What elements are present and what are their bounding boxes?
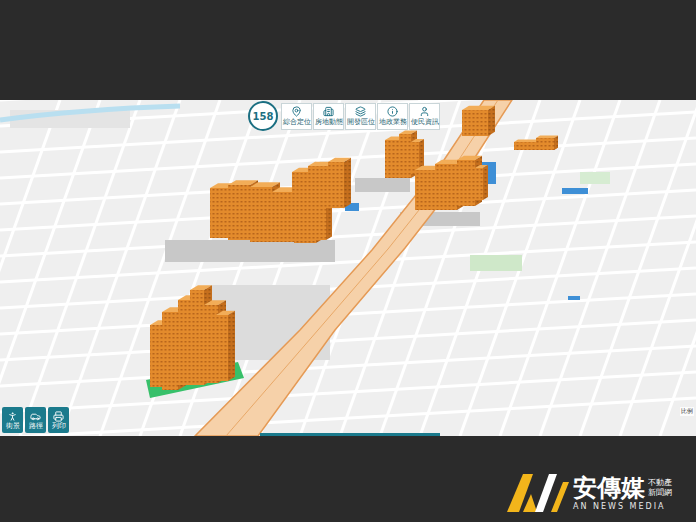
toolbar-button[interactable]: 開發區位 [345,103,376,130]
building[interactable] [328,158,351,208]
bottom-panel-tab[interactable] [260,433,440,436]
toolbar-label: 開發區位 [347,118,375,126]
building[interactable] [216,311,235,381]
watermark-tagline: 不動產新聞網 [648,478,672,498]
tool-button[interactable]: 路徑 [25,407,46,433]
toolbar-label: 便民資訊 [411,118,439,126]
building[interactable] [462,106,495,136]
tool-label: 路徑 [29,422,43,430]
river [0,106,180,120]
pin-icon [291,106,302,117]
user-icon [419,106,430,117]
layers-icon [355,106,366,117]
map-area[interactable]: 158 綜合定位房地動態開發區位地政業務便民資訊街景 路徑 列印 比例 [0,100,696,436]
bottom-band: 安傳媒不動產新聞網 AN NEWS MEDIA [0,436,696,522]
tool-button[interactable]: 街景 [2,407,23,433]
car-icon [30,411,41,422]
building[interactable] [457,156,482,206]
site-logo[interactable]: 158 [248,101,278,131]
toolbar-label: 房地動態 [315,118,343,126]
toolbar-button[interactable]: 綜合定位 [281,103,312,130]
tool-button[interactable]: 列印 [48,407,69,433]
toolbar-label: 綜合定位 [283,118,311,126]
top-band [0,0,696,100]
building[interactable] [536,136,558,150]
tool-label: 列印 [52,422,66,430]
toolbar: 158 綜合定位房地動態開發區位地政業務便民資訊 [248,101,440,131]
info-icon [387,106,398,117]
watermark-english: AN NEWS MEDIA [573,502,666,512]
building-icon [323,106,334,117]
page: 158 綜合定位房地動態開發區位地政業務便民資訊街景 路徑 列印 比例安傳媒不動產新聞網… [0,0,696,522]
city-map[interactable] [0,100,696,436]
building[interactable] [475,165,488,200]
printer-icon [53,411,64,422]
watermark-name: 安傳媒 [573,474,645,502]
an-logo-icon [507,472,569,514]
toolbar-button[interactable]: 地政業務 [377,103,408,130]
watermark: 安傳媒不動產新聞網 AN NEWS MEDIA [507,472,696,522]
person-icon [7,411,18,422]
toolbar-button[interactable]: 房地動態 [313,103,344,130]
street-grid [0,100,696,436]
park [470,255,522,271]
scale-label: 比例 [680,407,694,416]
toolbar-label: 地政業務 [379,118,407,126]
main-road [195,100,512,436]
side-tools: 街景 路徑 列印 [2,407,69,433]
tool-label: 街景 [6,422,20,430]
toolbar-button[interactable]: 便民資訊 [409,103,440,130]
